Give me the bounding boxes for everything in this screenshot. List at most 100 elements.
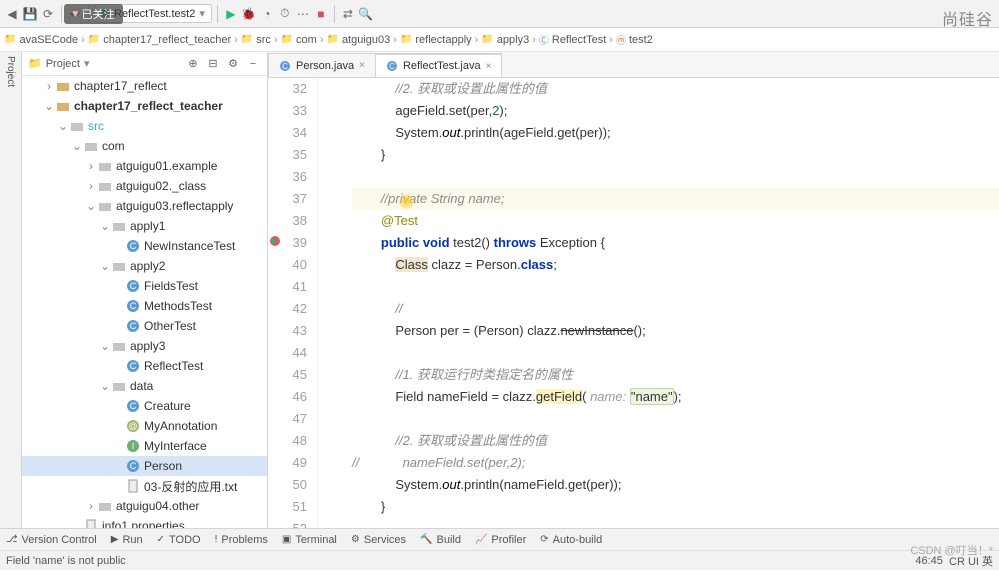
- svg-text:I: I: [132, 441, 135, 451]
- vcs-icon[interactable]: ⇄: [340, 6, 356, 22]
- gutter: 3233343536373839404142434445464748495051…: [268, 78, 318, 528]
- stop-icon[interactable]: ■: [313, 6, 329, 22]
- pfolder-icon: [98, 499, 112, 513]
- main-toolbar: ◀ 💾 ⟳ ↩ ReflectTest.test2▾ ▶ 🐞 ◔ ⏱ ⋯ ■ ⇄…: [0, 0, 999, 28]
- search-icon[interactable]: 🔍: [358, 6, 374, 22]
- bottom-tab[interactable]: ⎇Version Control: [6, 534, 97, 546]
- watermark: 尚硅谷: [942, 6, 993, 30]
- profile-icon[interactable]: ⏱: [277, 6, 293, 22]
- csdn-watermark: CSDN @叮当！*: [910, 542, 993, 558]
- editor-tabs: CPerson.java×CReflectTest.java×: [268, 52, 999, 78]
- back-icon[interactable]: ◀: [4, 6, 20, 22]
- followed-badge: ♥已关注: [64, 4, 123, 24]
- code-content[interactable]: //2. 获取或设置此属性的值 ageField.set(per,2); Sys…: [334, 78, 999, 528]
- breadcrumb-item[interactable]: ⓜtest2: [616, 32, 653, 47]
- tree-row[interactable]: ›atguigu01.example: [22, 156, 267, 176]
- tree-row[interactable]: CCreature: [22, 396, 267, 416]
- sync-icon[interactable]: ⟳: [40, 6, 56, 22]
- pfolder-icon: [112, 259, 126, 273]
- code-area[interactable]: 3233343536373839404142434445464748495051…: [268, 78, 999, 528]
- breadcrumb-item[interactable]: 📁avaSECode: [4, 34, 78, 46]
- svg-text:C: C: [130, 301, 137, 311]
- breadcrumb-item[interactable]: 📁reflectapply: [400, 34, 472, 46]
- bottom-tab[interactable]: !Problems: [215, 534, 268, 546]
- bottom-tab[interactable]: 📈Profiler: [475, 534, 526, 546]
- breadcrumb-item[interactable]: 📁com: [281, 34, 317, 46]
- tree-row[interactable]: ›atguigu04.other: [22, 496, 267, 516]
- close-icon[interactable]: ×: [359, 60, 365, 71]
- pfolder-icon: [98, 179, 112, 193]
- pfolder-icon: [112, 379, 126, 393]
- pfolder-icon: [84, 139, 98, 153]
- tree-row[interactable]: ⌄apply2: [22, 256, 267, 276]
- project-tool-tab[interactable]: Project: [5, 56, 16, 87]
- folder-icon: [56, 79, 70, 93]
- bottom-tab[interactable]: 🔨Build: [420, 534, 461, 546]
- file-icon: [84, 519, 98, 528]
- select-icon[interactable]: ⊟: [205, 56, 221, 72]
- svg-text:C: C: [130, 321, 137, 331]
- ann-icon: @: [126, 419, 140, 433]
- pfolder-icon: [112, 339, 126, 353]
- bottom-tab[interactable]: ⚙Services: [351, 534, 406, 546]
- status-message: Field 'name' is not public: [6, 555, 126, 567]
- class-icon: C: [126, 359, 140, 373]
- editor-tab[interactable]: CPerson.java×: [268, 53, 376, 77]
- tree-row[interactable]: @MyAnnotation: [22, 416, 267, 436]
- svg-text:@: @: [128, 421, 137, 431]
- pfolder-icon: [70, 119, 84, 133]
- tree-row[interactable]: ⌄apply1: [22, 216, 267, 236]
- status-bar: Field 'name' is not public 46:45 CR UI 英: [0, 550, 999, 570]
- marker-column: [318, 78, 334, 528]
- save-icon[interactable]: 💾: [22, 6, 38, 22]
- svg-text:C: C: [389, 62, 395, 71]
- editor-tab[interactable]: CReflectTest.java×: [375, 53, 503, 77]
- tree-row[interactable]: ⌄src: [22, 116, 267, 136]
- tree-row[interactable]: ⌄apply3: [22, 336, 267, 356]
- close-icon[interactable]: ×: [486, 61, 492, 72]
- breadcrumb-item[interactable]: ⒸReflectTest: [539, 32, 606, 47]
- bottom-tab[interactable]: ✓TODO: [157, 534, 201, 546]
- debug-icon[interactable]: 🐞: [241, 6, 257, 22]
- pfolder-icon: [112, 219, 126, 233]
- attach-icon[interactable]: ⋯: [295, 6, 311, 22]
- breadcrumb-item[interactable]: 📁chapter17_reflect_teacher: [88, 34, 231, 46]
- bottom-tab[interactable]: ▶Run: [111, 534, 143, 546]
- tree-row[interactable]: CNewInstanceTest: [22, 236, 267, 256]
- editor: CPerson.java×CReflectTest.java× 32333435…: [268, 52, 999, 528]
- svg-text:C: C: [130, 361, 137, 371]
- tree-row[interactable]: ⌄atguigu03.reflectapply: [22, 196, 267, 216]
- settings-icon[interactable]: ⚙: [225, 56, 241, 72]
- tree-row[interactable]: CPerson: [22, 456, 267, 476]
- tree-row[interactable]: ›chapter17_reflect: [22, 76, 267, 96]
- svg-text:C: C: [130, 241, 137, 251]
- tree-row[interactable]: IMyInterface: [22, 436, 267, 456]
- breadcrumb-item[interactable]: 📁apply3: [481, 34, 529, 46]
- coverage-icon[interactable]: ◔: [259, 6, 275, 22]
- project-tree[interactable]: ›chapter17_reflect⌄chapter17_reflect_tea…: [22, 76, 267, 528]
- pfolder-icon: [98, 159, 112, 173]
- collapse-icon[interactable]: ⊕: [185, 56, 201, 72]
- class-icon: C: [126, 299, 140, 313]
- svg-text:C: C: [282, 62, 288, 71]
- bottom-tab[interactable]: ⟳Auto-build: [540, 534, 602, 546]
- tree-row[interactable]: 03-反射的应用.txt: [22, 476, 267, 496]
- tree-row[interactable]: ›atguigu02._class: [22, 176, 267, 196]
- tree-row[interactable]: CFieldsTest: [22, 276, 267, 296]
- tree-row[interactable]: CReflectTest: [22, 356, 267, 376]
- run-icon[interactable]: ▶: [223, 6, 239, 22]
- tree-row[interactable]: info1.properties: [22, 516, 267, 528]
- project-sidebar: 📁Project▾ ⊕ ⊟ ⚙ − ›chapter17_reflect⌄cha…: [22, 52, 268, 528]
- tree-row[interactable]: COtherTest: [22, 316, 267, 336]
- breadcrumb: 📁avaSECode›📁chapter17_reflect_teacher›📁s…: [0, 28, 999, 52]
- tree-row[interactable]: ⌄data: [22, 376, 267, 396]
- breadcrumb-item[interactable]: 📁atguigu03: [326, 34, 390, 46]
- bottom-tab[interactable]: ▣Terminal: [282, 534, 337, 546]
- run-gutter-icon[interactable]: [270, 236, 280, 246]
- breadcrumb-item[interactable]: 📁src: [241, 34, 271, 46]
- class-icon: C: [126, 399, 140, 413]
- hide-icon[interactable]: −: [245, 56, 261, 72]
- tree-row[interactable]: ⌄com: [22, 136, 267, 156]
- tree-row[interactable]: CMethodsTest: [22, 296, 267, 316]
- tree-row[interactable]: ⌄chapter17_reflect_teacher: [22, 96, 267, 116]
